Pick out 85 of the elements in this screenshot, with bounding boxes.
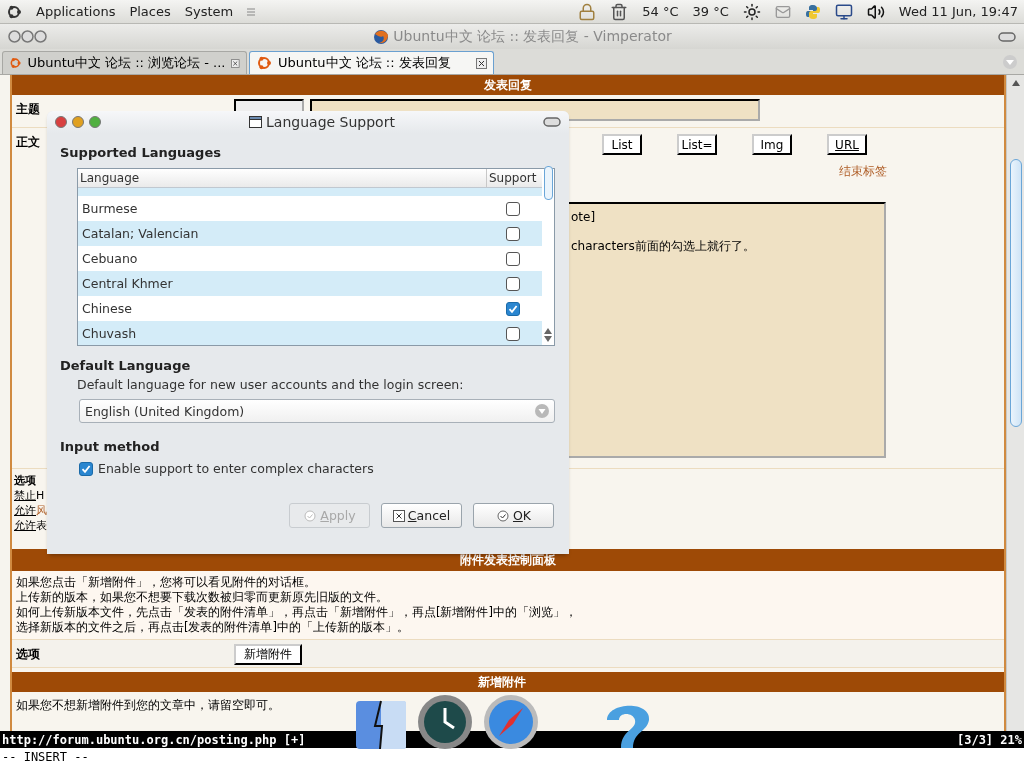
column-header[interactable]: Support [486, 169, 542, 187]
globe-icon [373, 28, 390, 45]
menu-item[interactable]: Places [129, 4, 171, 19]
field-label: 主题 [16, 101, 40, 118]
section-heading: Supported Languages [60, 145, 222, 160]
field-label: 选项 [14, 473, 36, 488]
minimize-button[interactable] [72, 116, 84, 128]
caret-icon [535, 404, 549, 418]
temperature-reading: 39 °C [692, 4, 729, 19]
close-tags-link[interactable]: 结束标签 [839, 163, 887, 180]
language-name[interactable]: Cebuano [82, 251, 506, 266]
clock-icon[interactable] [417, 694, 473, 750]
handle-icon[interactable] [247, 7, 256, 16]
maximize-button[interactable] [34, 30, 47, 43]
scroll-arrows-icon[interactable] [544, 327, 552, 343]
close-icon[interactable] [476, 57, 487, 69]
check-icon [495, 508, 510, 523]
option-text: 允许表 [14, 518, 47, 533]
section-heading: Default Language [60, 358, 192, 373]
scroll-up-arrow[interactable] [1011, 79, 1020, 87]
ubuntu-logo-icon [256, 55, 272, 71]
mode-text: -- INSERT -- [1, 749, 90, 766]
maximize-button[interactable] [89, 116, 101, 128]
checkbox[interactable] [506, 326, 520, 341]
close-icon [392, 509, 405, 522]
roll-up-button[interactable] [998, 31, 1016, 42]
window-title: Ubuntu中文 论坛 :: 发表回复 - Vimperator [393, 27, 672, 46]
minimize-button[interactable] [21, 30, 34, 43]
field-label: 选项 [16, 646, 40, 663]
help-text: 如果您不想新增附件到您的文章中，请留空即可。 [15, 698, 281, 713]
close-button[interactable] [55, 116, 67, 128]
finder-icon[interactable] [355, 700, 407, 750]
position-text: [3/3] 21% [956, 732, 1022, 747]
url-text: http://forum.ubuntu.org.cn/posting.php [+] [2, 732, 306, 747]
help-text: 上传新的版本，如果您不想要下载次数被归零而更新原先旧版的文件。 [15, 590, 389, 605]
section-header: 发表回复 [12, 75, 1004, 95]
field-label: 正文 [16, 134, 40, 151]
format-button[interactable]: List [602, 134, 642, 155]
column-header[interactable]: Language [78, 169, 486, 187]
scrollbar-thumb[interactable] [1009, 159, 1022, 427]
ubuntu-logo-icon [9, 55, 22, 71]
browser-tab[interactable]: Ubuntu中文 论坛 :: 发表回复 [249, 51, 494, 74]
section-header: 新增附件 [12, 672, 1004, 692]
trash-icon[interactable] [610, 2, 629, 21]
menu-item[interactable]: System [184, 4, 234, 19]
checkbox[interactable] [79, 461, 93, 476]
scrollbar-thumb[interactable] [543, 165, 553, 200]
roll-up-button[interactable] [543, 117, 561, 127]
language-name[interactable]: Chinese [82, 301, 506, 316]
description-text: Default language for new user accounts and the login screen: [77, 377, 465, 392]
checkbox[interactable] [506, 251, 520, 266]
network-icon[interactable] [834, 2, 853, 21]
language-dropdown[interactable]: English (United Kingdom) [79, 399, 555, 423]
help-text: 选择新版本的文件之后，再点击[发表的附件清单]中的「上传新的版本」。 [15, 620, 410, 635]
ubuntu-logo-icon [6, 3, 22, 20]
checkbox[interactable] [506, 301, 520, 316]
close-button[interactable] [8, 30, 21, 43]
format-button[interactable]: List= [677, 134, 717, 155]
checkbox[interactable] [506, 226, 520, 241]
sun-icon[interactable] [742, 2, 761, 21]
checkbox[interactable] [506, 201, 520, 216]
speaker-icon[interactable] [866, 2, 885, 21]
two-tone-logo-icon[interactable] [804, 3, 821, 20]
format-button[interactable]: URL [827, 134, 867, 155]
dialog-title: Language Support [266, 114, 395, 130]
browser-tab[interactable]: Ubuntu中文 论坛 :: 浏览论坛 - ... [2, 51, 247, 74]
dialog-button[interactable]: OK [473, 503, 554, 528]
option-text: 禁止H [14, 488, 45, 503]
compass-icon[interactable] [483, 694, 539, 750]
checkbox[interactable] [506, 276, 520, 291]
checkbox-label: Enable support to enter complex characters [98, 461, 374, 476]
lock-icon[interactable] [578, 2, 597, 21]
menu-item[interactable]: Applications [36, 4, 116, 19]
format-button[interactable]: Img [752, 134, 792, 155]
dialog-button[interactable]: Cancel [381, 503, 462, 528]
help-text: 如果您点击「新增附件」，您将可以看见附件的对话框。 [15, 575, 317, 590]
help-text: 如何上传新版本文件，先点击「发表的附件清单」，再点击「新增附件」，再点[新增附件]中的「浏览」， [15, 605, 578, 620]
section-heading: Input method [60, 439, 161, 454]
language-name[interactable]: Burmese [82, 201, 506, 216]
option-text: 允许风 [14, 503, 47, 518]
add-attachment-button[interactable]: 新增附件 [234, 644, 302, 665]
temperature-reading: 54 °C [642, 4, 679, 19]
clock[interactable]: Wed 11 Jun, 19:47 [898, 4, 1018, 19]
check-icon [303, 508, 318, 523]
window-icon [249, 116, 263, 128]
